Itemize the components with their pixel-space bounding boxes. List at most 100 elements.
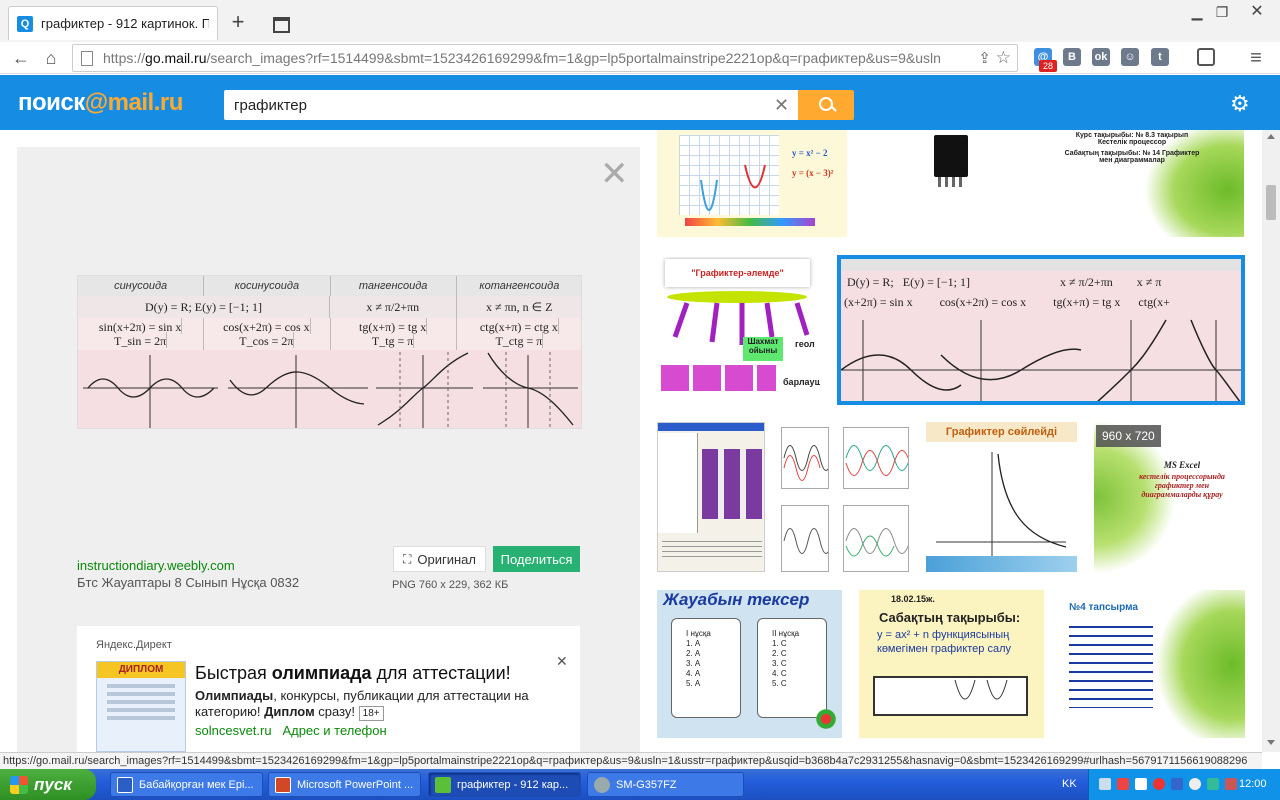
ad-label: Яндекс.Директ [96, 639, 172, 651]
thumb-chip[interactable] [860, 130, 1040, 237]
sync-icon[interactable] [1207, 778, 1219, 790]
thumb-graphs-speak[interactable]: Графиктер сөйлейді [926, 422, 1077, 572]
volume-icon[interactable] [1135, 778, 1147, 790]
close-preview-icon[interactable]: ✕ [600, 157, 629, 191]
new-tab-button[interactable]: + [228, 11, 248, 33]
ad-diploma-image[interactable]: ДИПЛОМ [96, 661, 186, 752]
period-cos-value: T_cos = 2π [239, 332, 295, 348]
tab-title: графиктер - 912 картинок. По [41, 16, 209, 31]
twitter-extension-icon[interactable]: t [1151, 48, 1169, 66]
task-browser[interactable]: графиктер - 912 кар... [428, 772, 581, 797]
task-browser-label: графиктер - 912 кар... [457, 778, 569, 791]
thumb-mindmap[interactable]: "Графиктер-әлемде" Шахмат ойыны геол бар… [657, 257, 820, 395]
vk-extension-icon[interactable]: B [1063, 48, 1081, 66]
thumb-kz-lesson[interactable]: Курс тақырыбы: № 8.3 тақырып Кестелік пр… [1054, 130, 1244, 237]
antivirus-icon[interactable] [1153, 778, 1165, 790]
home-icon[interactable]: ⌂ [40, 48, 62, 68]
wave-4-graph [845, 528, 908, 557]
task-phone[interactable]: SM-G357FZ [587, 772, 744, 797]
bluetooth-icon[interactable] [1171, 778, 1183, 790]
chat-icon[interactable] [1197, 48, 1215, 66]
close-window-icon[interactable]: ✕ [1240, 4, 1274, 20]
share-button[interactable]: Поделиться [493, 546, 580, 572]
thumb-wave-1[interactable] [781, 427, 829, 489]
thumb-wave-3[interactable] [781, 505, 829, 572]
menu-icon[interactable]: ≡ [1245, 48, 1267, 68]
task-lines [1069, 626, 1153, 708]
tab-overview-icon[interactable] [270, 12, 290, 33]
thumb-wave-2[interactable] [843, 427, 909, 489]
ad-title[interactable]: Быстрая олимпиада для аттестации! [195, 663, 511, 684]
mindmap-geo: геол [795, 339, 815, 349]
minimize-icon[interactable]: ▁ [1185, 4, 1209, 20]
green-swirl [1144, 130, 1244, 237]
thumb-function-lesson[interactable]: 18.02.15ж. Сабақтың тақырыбы: y = ax² + … [859, 590, 1044, 738]
mindmap-scout: барлауш [783, 377, 820, 387]
diploma-label: ДИПЛОМ [97, 662, 185, 678]
clear-search-icon[interactable]: ✕ [774, 95, 789, 116]
source-link[interactable]: instructiondiary.weebly.com [77, 558, 235, 573]
mail-unread-badge: 28 [1039, 60, 1057, 72]
thumb-check-answer[interactable]: Жауабын тексер І нұсқа 1. А 2. А 3. А 4. А 5.… [657, 590, 842, 738]
ad-block: Яндекс.Директ ✕ ДИПЛОМ Быстрая олимпиада… [77, 626, 580, 752]
bookmark-star-icon[interactable]: ☆ [996, 48, 1011, 68]
search-button[interactable] [798, 90, 854, 120]
diploma-lines [107, 684, 175, 688]
start-button[interactable]: пуск [0, 769, 96, 800]
thumb-wave-4[interactable] [843, 505, 909, 572]
ad-close-icon[interactable]: ✕ [556, 653, 568, 670]
excel-chart-types [702, 449, 764, 519]
task-word[interactable]: Бабайқорған мек Ері... [110, 772, 263, 797]
tray-app-icon[interactable] [1225, 778, 1237, 790]
security-icon[interactable] [1117, 778, 1129, 790]
back-arrow-icon[interactable]: ← [10, 48, 32, 68]
settings-gear-icon[interactable]: ⚙ [1230, 93, 1250, 115]
source-description: Бтс Жауаптары 8 Сынып Нұсқа 0832 [77, 575, 300, 590]
original-button[interactable]: ⛶ Оригинал [393, 546, 486, 572]
flower-decoration [815, 708, 837, 730]
header-sinusoid: синусоида [78, 276, 205, 296]
mindmap-leaves [661, 365, 776, 391]
thumb-excel-window[interactable] [657, 422, 765, 572]
thumb-parabola[interactable]: y = x² − 2 y = (x − 3)² [657, 130, 847, 237]
image-size-badge: 960 x 720 [1096, 425, 1161, 447]
moimir-extension-icon[interactable]: ☺ [1121, 48, 1139, 66]
ad-text-d: сразу! [314, 704, 359, 719]
period-sin-value: T_sin = 2π [114, 332, 168, 348]
task-phone-label: SM-G357FZ [616, 778, 677, 791]
url-domain: go.mail.ru [145, 50, 207, 66]
ok-extension-icon[interactable]: ok [1092, 48, 1110, 66]
kz-course-text: Курс тақырыбы: № 8.3 тақырып Кестелік пр… [1075, 132, 1189, 146]
windows-flag-icon [10, 775, 28, 794]
site-logo[interactable]: поиск@mail.ru [18, 89, 183, 117]
restore-icon[interactable]: ❐ [1210, 4, 1234, 20]
clock[interactable]: 12:00 [1239, 778, 1267, 790]
share-icon[interactable]: ⇪ [978, 49, 991, 67]
address-bar[interactable]: ↻ https://go.mail.ru/search_images?rf=15… [72, 44, 1018, 72]
preview-image[interactable]: синусоида косинусоида тангенсоида котанг… [77, 275, 582, 429]
func-graph [954, 679, 1008, 700]
logo-domain: @mail.ru [84, 89, 184, 116]
ad-address-link[interactable]: Адрес и телефон [282, 723, 386, 738]
task-powerpoint[interactable]: Microsoft PowerPoint ... [268, 772, 421, 797]
mindmap-chess: Шахмат ойыны [743, 337, 783, 361]
scroll-down-icon[interactable] [1267, 740, 1275, 745]
scroll-thumb[interactable] [1266, 185, 1276, 220]
wave-2-graph [845, 445, 908, 476]
update-icon[interactable] [1189, 778, 1201, 790]
language-indicator[interactable]: KK [1062, 778, 1077, 790]
scroll-up-icon[interactable] [1267, 134, 1275, 139]
search-input[interactable]: графиктер [224, 90, 798, 120]
answer-col1-5: 5. А [686, 679, 701, 688]
network-icon[interactable] [1099, 778, 1111, 790]
answer-col1-3: 3. А [686, 659, 701, 668]
thumb-task-4[interactable]: №4 тапсырма [1061, 590, 1245, 738]
pencils-decoration [685, 218, 815, 226]
page-scrollbar[interactable] [1262, 130, 1280, 752]
kz-topic-text: Сабақтың тақырыбы: № 14 Графиктер мен ди… [1064, 150, 1200, 164]
excel-list [658, 433, 698, 533]
ad-site-link[interactable]: solncesvet.ru [195, 723, 272, 738]
answer-col1-head: І нұсқа [686, 629, 711, 638]
period-tg-value: T_tg = π [371, 332, 415, 348]
browser-tab[interactable]: Q графиктер - 912 картинок. По [8, 6, 218, 40]
